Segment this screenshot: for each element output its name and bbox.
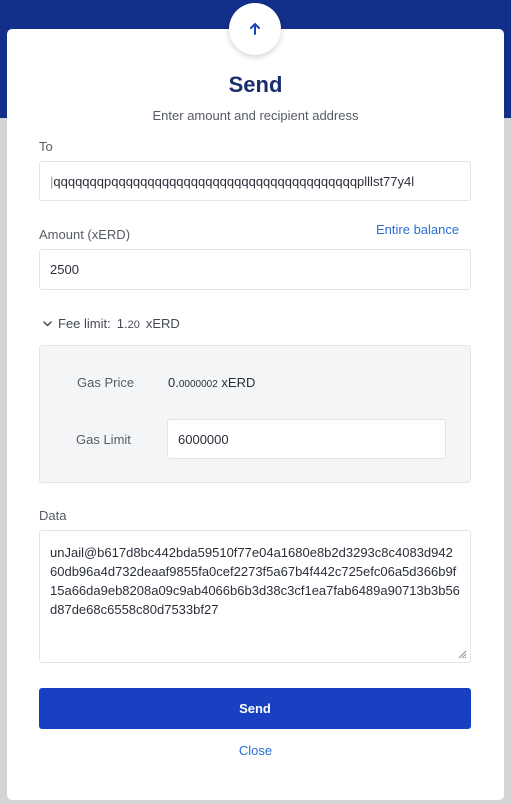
fee-limit-unit: xERD — [145, 316, 180, 331]
data-textarea[interactable]: unJail@b617d8bc442bda59510f77e04a1680e8b… — [39, 530, 471, 663]
entire-balance-link[interactable]: Entire balance — [376, 222, 459, 237]
chevron-down-icon — [43, 321, 52, 327]
fee-limit-label: Fee limit: — [58, 316, 111, 331]
gas-price-unit: xERD — [221, 375, 256, 390]
resize-grip-icon[interactable] — [458, 650, 467, 659]
amount-label: Amount (xERD) — [39, 227, 131, 242]
gas-price-value: 0.0000002 xERD — [168, 375, 255, 390]
gas-price-label: Gas Price — [77, 375, 135, 390]
data-label: Data — [39, 508, 67, 523]
gas-limit-value: 6000000 — [178, 431, 229, 447]
modal-title: Send — [228, 72, 283, 97]
to-address-value: qqqqqqqpqqqqqqqqqqqqqqqqqqqqqqqqqqqqqqqq… — [53, 173, 415, 189]
send-arrow-badge — [229, 3, 281, 55]
data-value: unJail@b617d8bc442bda59510f77e04a1680e8b… — [50, 545, 460, 617]
gas-price-dec: 0000002 — [178, 379, 218, 390]
to-label: To — [39, 139, 53, 154]
amount-input[interactable]: 2500 — [39, 249, 471, 290]
fee-limit-int: 1. — [116, 316, 128, 331]
fee-limit-toggle[interactable]: Fee limit: 1.20 xERD — [43, 316, 180, 331]
fee-limit-value: 1.20 — [117, 316, 140, 331]
to-address-input[interactable]: | qqqqqqqpqqqqqqqqqqqqqqqqqqqqqqqqqqqqqq… — [39, 161, 471, 201]
modal-subtitle: Enter amount and recipient address — [152, 108, 359, 123]
gas-price-int: 0. — [168, 375, 179, 390]
send-button[interactable]: Send — [39, 688, 471, 729]
fee-details-panel — [39, 345, 471, 483]
arrow-up-icon — [250, 23, 260, 35]
amount-value: 2500 — [50, 262, 79, 277]
close-link[interactable]: Close — [0, 743, 511, 758]
fee-limit-dec: 20 — [127, 319, 140, 331]
gas-limit-input[interactable]: 6000000 — [167, 419, 446, 459]
gas-limit-label: Gas Limit — [76, 432, 131, 447]
